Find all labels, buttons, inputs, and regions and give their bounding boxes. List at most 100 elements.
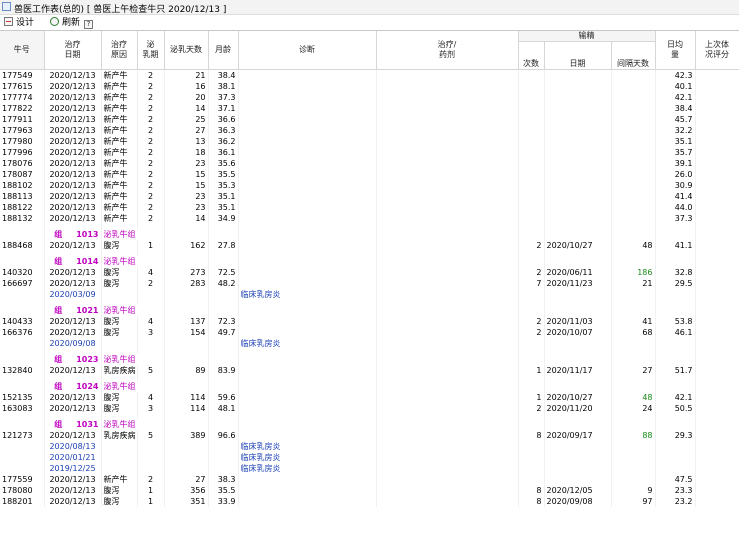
treatment-cell[interactable] — [376, 191, 519, 202]
empty-cell[interactable] — [101, 289, 138, 300]
lactation-cell[interactable]: 2 — [137, 213, 165, 224]
table-row[interactable]: 177774 2020/12/13 新产牛 2 20 37.3 42.1 — [0, 92, 739, 103]
breed-date-cell[interactable] — [544, 114, 612, 125]
treat-reason-cell[interactable]: 新产牛 — [101, 114, 138, 125]
history-date-cell[interactable]: 2019/12/25 — [44, 463, 102, 474]
treat-reason-cell[interactable]: 乳房疾病 — [101, 430, 138, 441]
treat-reason-cell[interactable]: 新产牛 — [101, 213, 138, 224]
diagnosis-cell[interactable] — [238, 114, 377, 125]
group-header-row[interactable]: 组 1021 泌乳牛组 — [0, 305, 739, 316]
breed-count-cell[interactable] — [518, 180, 545, 191]
treat-reason-cell[interactable]: 新产牛 — [101, 147, 138, 158]
group-header-row[interactable]: 组 1023 泌乳牛组 — [0, 354, 739, 365]
diagnosis-cell[interactable] — [238, 136, 377, 147]
cow-no-cell[interactable]: 140320 — [0, 267, 45, 278]
empty-cell[interactable] — [137, 463, 165, 474]
empty-cell[interactable] — [376, 381, 519, 392]
col-month-age[interactable]: 月龄 — [208, 31, 239, 70]
lactation-cell[interactable]: 1 — [137, 485, 165, 496]
interval-days-cell[interactable]: 68 — [611, 327, 656, 338]
group-label-cell[interactable]: 组 1023 — [44, 354, 102, 365]
lactation-cell[interactable]: 5 — [137, 365, 165, 376]
treat-reason-cell[interactable]: 新产牛 — [101, 92, 138, 103]
milk-days-cell[interactable]: 162 — [164, 240, 209, 251]
daily-avg-cell[interactable]: 46.1 — [655, 327, 696, 338]
daily-avg-cell[interactable]: 47.5 — [655, 474, 696, 485]
breed-count-cell[interactable] — [518, 202, 545, 213]
milk-days-cell[interactable]: 13 — [164, 136, 209, 147]
col-diagnosis[interactable]: 诊断 — [238, 31, 377, 70]
empty-cell[interactable] — [0, 452, 45, 463]
treat-date-cell[interactable]: 2020/12/13 — [44, 81, 102, 92]
lactation-cell[interactable]: 2 — [137, 474, 165, 485]
breed-date-cell[interactable]: 2020/11/23 — [544, 278, 612, 289]
empty-cell[interactable] — [518, 338, 545, 349]
daily-avg-cell[interactable]: 32.8 — [655, 267, 696, 278]
breed-date-cell[interactable] — [544, 158, 612, 169]
breed-count-cell[interactable]: 2 — [518, 316, 545, 327]
empty-cell[interactable] — [137, 441, 165, 452]
table-row[interactable]: 177549 2020/12/13 新产牛 2 21 38.4 42.3 — [0, 69, 739, 81]
month-age-cell[interactable]: 37.1 — [208, 103, 239, 114]
breed-count-cell[interactable] — [518, 213, 545, 224]
interval-days-cell[interactable]: 88 — [611, 430, 656, 441]
empty-cell[interactable] — [611, 354, 656, 365]
breed-date-cell[interactable]: 2020/11/17 — [544, 365, 612, 376]
treatment-cell[interactable] — [376, 147, 519, 158]
cow-no-cell[interactable]: 166697 — [0, 278, 45, 289]
interval-days-cell[interactable] — [611, 81, 656, 92]
last-score-cell[interactable] — [695, 191, 739, 202]
month-age-cell[interactable]: 72.5 — [208, 267, 239, 278]
group-name-cell[interactable]: 泌乳牛组 — [101, 256, 165, 267]
daily-avg-cell[interactable]: 37.3 — [655, 213, 696, 224]
cow-no-cell[interactable]: 163083 — [0, 403, 45, 414]
empty-cell[interactable] — [655, 229, 696, 240]
empty-cell[interactable] — [164, 229, 209, 240]
cow-no-cell[interactable]: 188122 — [0, 202, 45, 213]
diagnosis-cell[interactable] — [238, 147, 377, 158]
treatment-cell[interactable] — [376, 213, 519, 224]
milk-days-cell[interactable]: 114 — [164, 392, 209, 403]
history-row[interactable]: 2020/09/08 临床乳房炎 — [0, 338, 739, 349]
col-last-score[interactable]: 上次体 况评分 — [695, 31, 739, 70]
milk-days-cell[interactable]: 273 — [164, 267, 209, 278]
empty-cell[interactable] — [611, 441, 656, 452]
breed-count-cell[interactable] — [518, 81, 545, 92]
month-age-cell[interactable]: 34.9 — [208, 213, 239, 224]
milk-days-cell[interactable]: 154 — [164, 327, 209, 338]
cow-no-cell[interactable]: 177559 — [0, 474, 45, 485]
lactation-cell[interactable]: 4 — [137, 316, 165, 327]
table-row[interactable]: 177911 2020/12/13 新产牛 2 25 36.6 45.7 — [0, 114, 739, 125]
col-treat-date[interactable]: 治疗 日期 — [44, 31, 102, 70]
daily-avg-cell[interactable]: 51.7 — [655, 365, 696, 376]
daily-avg-cell[interactable]: 26.0 — [655, 169, 696, 180]
empty-cell[interactable] — [0, 354, 45, 365]
table-row[interactable]: 152135 2020/12/13 腹泻 4 114 59.6 1 2020/10/27 48 4… — [0, 392, 739, 403]
last-score-cell[interactable] — [695, 202, 739, 213]
milk-days-cell[interactable]: 15 — [164, 180, 209, 191]
month-age-cell[interactable]: 38.3 — [208, 474, 239, 485]
treatment-cell[interactable] — [376, 136, 519, 147]
treat-date-cell[interactable]: 2020/12/13 — [44, 430, 102, 441]
empty-cell[interactable] — [376, 452, 519, 463]
diagnosis-cell[interactable]: 临床乳房炎 — [238, 441, 377, 452]
diagnosis-cell[interactable] — [238, 81, 377, 92]
daily-avg-cell[interactable]: 42.1 — [655, 392, 696, 403]
last-score-cell[interactable] — [695, 392, 739, 403]
treat-reason-cell[interactable]: 新产牛 — [101, 69, 138, 81]
lactation-cell[interactable]: 2 — [137, 158, 165, 169]
treat-reason-cell[interactable]: 腹泻 — [101, 392, 138, 403]
milk-days-cell[interactable]: 23 — [164, 202, 209, 213]
lactation-cell[interactable]: 1 — [137, 240, 165, 251]
treatment-cell[interactable] — [376, 125, 519, 136]
cow-no-cell[interactable]: 177774 — [0, 92, 45, 103]
breed-date-cell[interactable] — [544, 213, 612, 224]
treat-date-cell[interactable]: 2020/12/13 — [44, 158, 102, 169]
table-row[interactable]: 177822 2020/12/13 新产牛 2 14 37.1 38.4 — [0, 103, 739, 114]
empty-cell[interactable] — [0, 441, 45, 452]
empty-cell[interactable] — [611, 452, 656, 463]
treat-reason-cell[interactable]: 新产牛 — [101, 125, 138, 136]
cow-no-cell[interactable]: 152135 — [0, 392, 45, 403]
empty-cell[interactable] — [164, 338, 209, 349]
last-score-cell[interactable] — [695, 474, 739, 485]
